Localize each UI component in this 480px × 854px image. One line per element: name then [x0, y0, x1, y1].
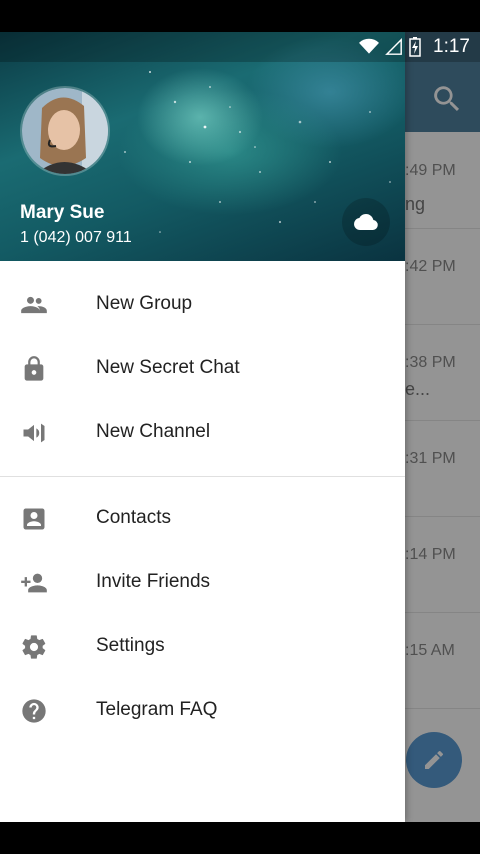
menu-label: New Channel	[96, 421, 211, 442]
user-phone: 1 (042) 007 911	[20, 229, 132, 246]
menu-item-new-group[interactable]: New Group	[0, 273, 405, 337]
navigation-drawer: Mary Sue 1 (042) 007 911 New Group New S…	[0, 32, 405, 822]
group-icon	[21, 296, 47, 314]
menu-item-settings[interactable]: Settings	[0, 615, 405, 679]
wifi-icon	[359, 38, 380, 54]
user-avatar[interactable]	[20, 86, 110, 176]
bottom-letterbox	[0, 822, 480, 854]
menu-label: New Group	[96, 293, 193, 314]
menu-divider	[0, 476, 405, 477]
menu-item-contacts[interactable]: Contacts	[0, 487, 405, 551]
status-time: 1:17	[433, 36, 470, 57]
add-person-icon	[21, 573, 47, 593]
drawer-header: Mary Sue 1 (042) 007 911	[0, 32, 405, 261]
top-letterbox	[0, 0, 480, 32]
signal-icon	[385, 38, 402, 55]
status-bar: 1:17	[0, 32, 480, 62]
user-name: Mary Sue	[20, 202, 105, 223]
menu-label: Contacts	[96, 507, 171, 528]
menu-label: Telegram FAQ	[96, 699, 218, 720]
lock-icon	[24, 356, 44, 381]
menu-label: Settings	[96, 635, 165, 656]
menu-item-new-channel[interactable]: New Channel	[0, 401, 405, 465]
menu-label: Invite Friends	[96, 571, 211, 592]
contact-card-icon	[23, 508, 45, 530]
scrim-overlay[interactable]	[405, 32, 480, 822]
drawer-menu: New Group New Secret Chat New Channel Co…	[0, 261, 405, 743]
menu-item-invite-friends[interactable]: Invite Friends	[0, 551, 405, 615]
battery-charging-icon	[409, 37, 421, 57]
menu-item-telegram-faq[interactable]: Telegram FAQ	[0, 679, 405, 743]
menu-label: New Secret Chat	[96, 357, 240, 378]
help-icon	[22, 699, 46, 723]
gear-icon	[22, 635, 46, 659]
saved-messages-button[interactable]	[342, 198, 390, 246]
cloud-icon	[354, 214, 378, 230]
menu-item-new-secret-chat[interactable]: New Secret Chat	[0, 337, 405, 401]
megaphone-icon	[23, 423, 45, 443]
